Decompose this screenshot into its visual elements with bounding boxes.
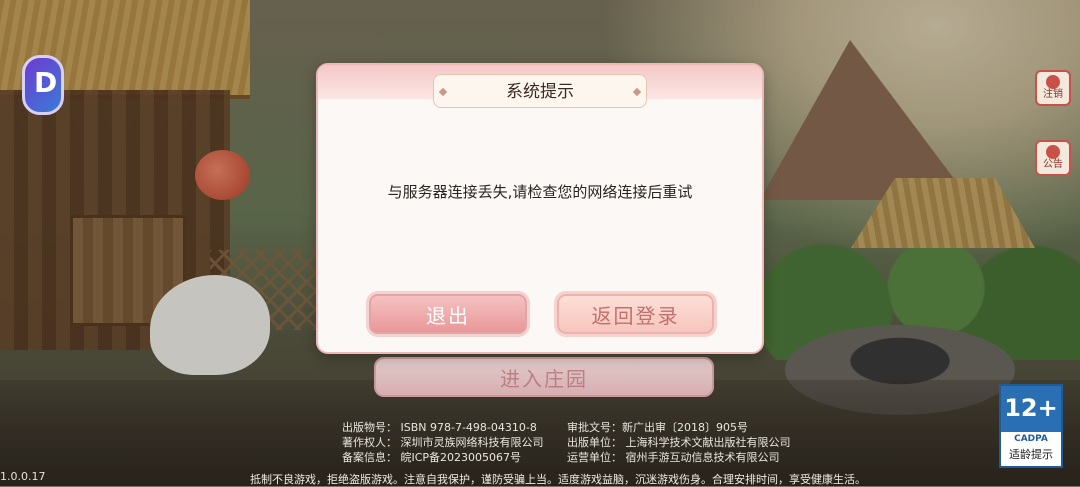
logout-button[interactable]: 注销 — [1035, 70, 1071, 106]
rating-org: CADPA — [1014, 434, 1048, 444]
dialog-title-bar: 系统提示 — [433, 74, 647, 108]
publication-number: 出版物号： ISBN 978-7-498-04310-8 — [342, 421, 537, 434]
age-rating: 12+ — [1001, 386, 1061, 432]
age-label: 适龄提示 — [1009, 448, 1053, 461]
health-notice: 抵制不良游戏，拒绝盗版游戏。注意自我保护，谨防受骗上当。适度游戏益脑，沉迷游戏伤… — [250, 473, 866, 486]
notice-button[interactable]: 公告 — [1035, 140, 1071, 176]
enter-manor-button[interactable]: 进入庄园 — [374, 357, 714, 397]
ornament-icon — [632, 87, 642, 97]
ornament-icon — [438, 87, 448, 97]
age-rating-badge[interactable]: 12+ CADPA 适龄提示 — [999, 384, 1063, 468]
return-login-button[interactable]: 返回登录 — [554, 291, 717, 337]
system-dialog: 系统提示 与服务器连接丢失,请检查您的网络连接后重试 退出 返回登录 — [316, 63, 764, 354]
dialog-message: 与服务器连接丢失,请检查您的网络连接后重试 — [387, 183, 693, 201]
game-logo-icon: D — [22, 55, 64, 115]
copyright-owner: 著作权人： 深圳市灵族网络科技有限公司 — [342, 436, 544, 449]
notice-label: 公告 — [1043, 159, 1063, 170]
approval-number: 审批文号：新广出审〔2018〕905号 — [567, 421, 748, 434]
icp-record: 备案信息： 皖ICP备2023005067号 — [342, 451, 522, 464]
dialog-title: 系统提示 — [506, 82, 574, 102]
operator: 运营单位： 宿州手游互动信息技术有限公司 — [567, 451, 780, 464]
logout-label: 注销 — [1043, 89, 1063, 100]
publisher: 出版单位： 上海科学技术文献出版社有限公司 — [567, 436, 791, 449]
exit-button[interactable]: 退出 — [366, 291, 530, 337]
version-label: 1.0.0.17 — [0, 470, 46, 483]
user-logout-icon — [1046, 75, 1060, 89]
notice-board-icon — [1046, 145, 1060, 159]
